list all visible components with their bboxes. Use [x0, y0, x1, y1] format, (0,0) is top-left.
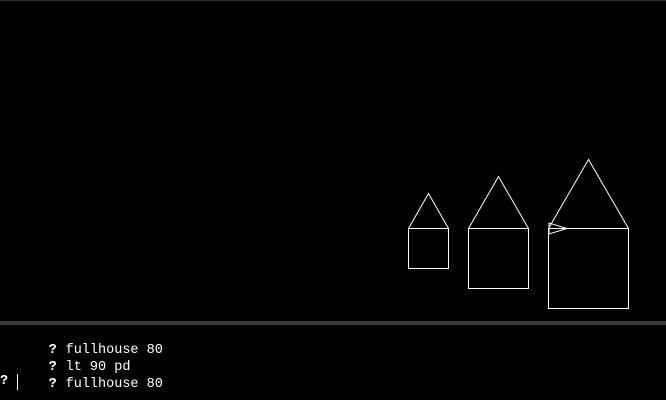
history-line: ? lt 90 pd	[0, 342, 131, 375]
drawing-surface	[408, 158, 629, 309]
command-console: ? fullhouse 80 ? lt 90 pd ? fullhouse 80 ?	[0, 325, 666, 400]
house-small-roof	[408, 192, 449, 229]
house-large-roof	[548, 158, 629, 229]
house-medium-body	[468, 228, 529, 289]
house-large	[548, 158, 629, 309]
turtle-graphics-canvas[interactable]	[0, 1, 666, 321]
house-small	[408, 192, 449, 269]
house-medium	[468, 175, 529, 289]
history-line: ? fullhouse 80	[0, 325, 163, 358]
command-input[interactable]	[17, 373, 657, 391]
house-medium-roof	[468, 175, 529, 229]
command-input-line: ?	[0, 373, 666, 391]
house-large-body	[548, 228, 629, 309]
text-caret	[17, 374, 18, 390]
prompt-symbol: ?	[0, 374, 9, 389]
logo-turtle-window: ? fullhouse 80 ? lt 90 pd ? fullhouse 80 ?	[0, 0, 666, 400]
house-small-body	[408, 228, 449, 269]
